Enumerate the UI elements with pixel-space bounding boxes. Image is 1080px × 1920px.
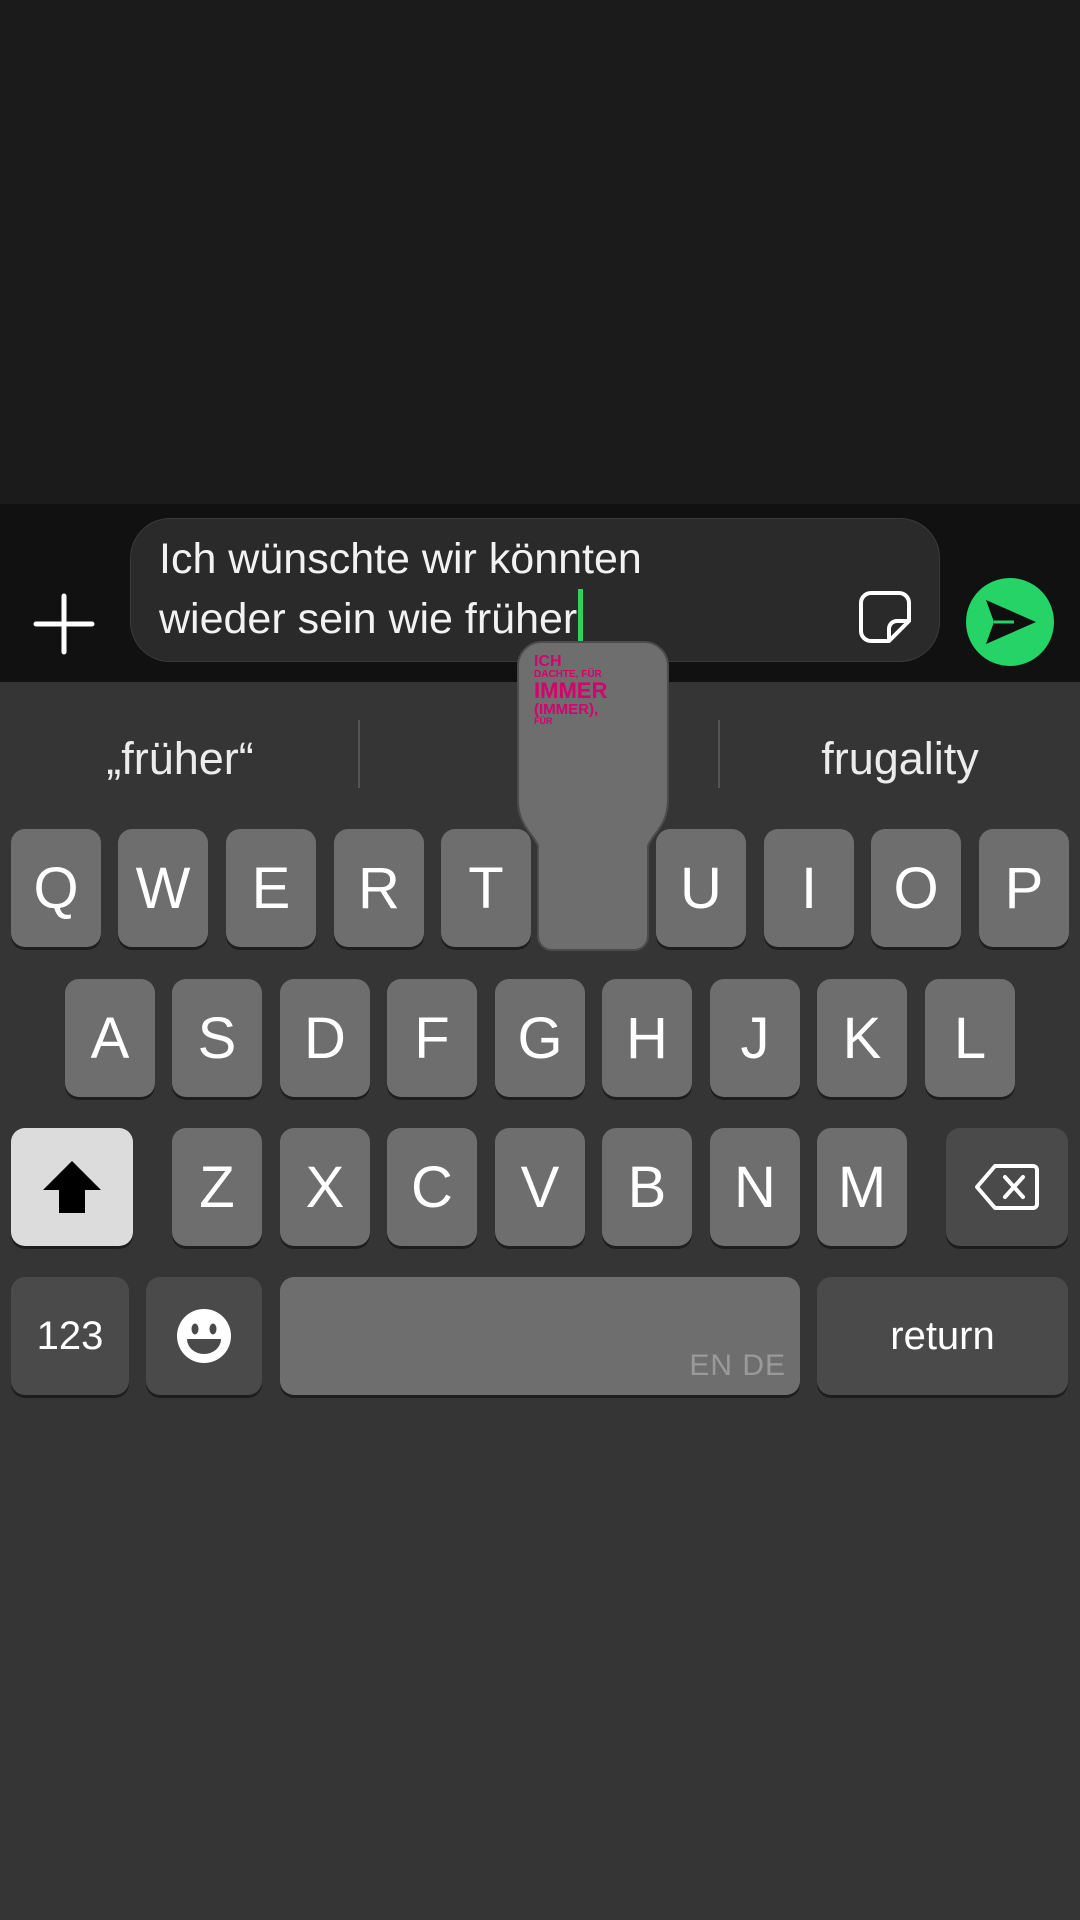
return-key[interactable]: return <box>817 1277 1068 1395</box>
plus-icon <box>33 593 95 655</box>
sticker-text-3: IMMER <box>534 678 608 703</box>
text-caret <box>578 589 584 643</box>
key-b[interactable]: B <box>602 1128 692 1246</box>
key-c[interactable]: C <box>387 1128 477 1246</box>
key-v[interactable]: V <box>495 1128 585 1246</box>
message-line-2-text: wieder sein wie früher <box>159 595 578 643</box>
space-key[interactable]: EN DE <box>280 1277 800 1395</box>
space-language-label: EN DE <box>689 1349 786 1382</box>
key-n[interactable]: N <box>710 1128 800 1246</box>
key-m[interactable]: M <box>817 1128 907 1246</box>
sticker-preview: ICH DACHTE, FÜR IMMER (IMMER), FÜR <box>534 654 644 726</box>
key-j[interactable]: J <box>710 979 800 1097</box>
key-s[interactable]: S <box>172 979 262 1097</box>
sticker-text-1: ICH <box>534 653 562 670</box>
shift-arrow-icon <box>43 1161 101 1213</box>
sticker-text-4: (IMMER), <box>534 701 599 718</box>
sticker-button[interactable] <box>857 589 913 645</box>
emoji-key[interactable] <box>146 1277 262 1395</box>
key-r[interactable]: R <box>334 829 424 947</box>
key-q[interactable]: Q <box>11 829 101 947</box>
message-line-2: wieder sein wie früher <box>159 589 859 649</box>
attach-button[interactable] <box>30 590 98 658</box>
key-f[interactable]: F <box>387 979 477 1097</box>
key-e[interactable]: E <box>226 829 316 947</box>
key-i[interactable]: I <box>764 829 854 947</box>
key-k[interactable]: K <box>817 979 907 1097</box>
key-a[interactable]: A <box>65 979 155 1097</box>
numbers-key[interactable]: 123 <box>11 1277 129 1395</box>
send-icon <box>986 600 1036 644</box>
sticker-icon <box>859 591 911 643</box>
chat-area <box>0 0 1080 504</box>
key-l[interactable]: L <box>925 979 1015 1097</box>
message-text: Ich wünschte wir könnten wieder sein wie… <box>159 529 859 649</box>
key-g[interactable]: G <box>495 979 585 1097</box>
suggestion-1[interactable]: „früher“ <box>0 726 360 792</box>
shift-key[interactable] <box>11 1128 133 1246</box>
key-z[interactable]: Z <box>172 1128 262 1246</box>
key-h[interactable]: H <box>602 979 692 1097</box>
sticker-text-5: FÜR <box>534 716 553 726</box>
key-p[interactable]: P <box>979 829 1069 947</box>
suggestion-3[interactable]: frugality <box>720 726 1080 792</box>
backspace-key[interactable] <box>946 1128 1068 1246</box>
send-button[interactable] <box>966 578 1054 666</box>
key-d[interactable]: D <box>280 979 370 1097</box>
key-x[interactable]: X <box>280 1128 370 1246</box>
emoji-icon <box>177 1309 231 1363</box>
key-w[interactable]: W <box>118 829 208 947</box>
message-line-1: Ich wünschte wir könnten <box>159 535 642 583</box>
backspace-icon <box>975 1164 1039 1210</box>
key-o[interactable]: O <box>871 829 961 947</box>
